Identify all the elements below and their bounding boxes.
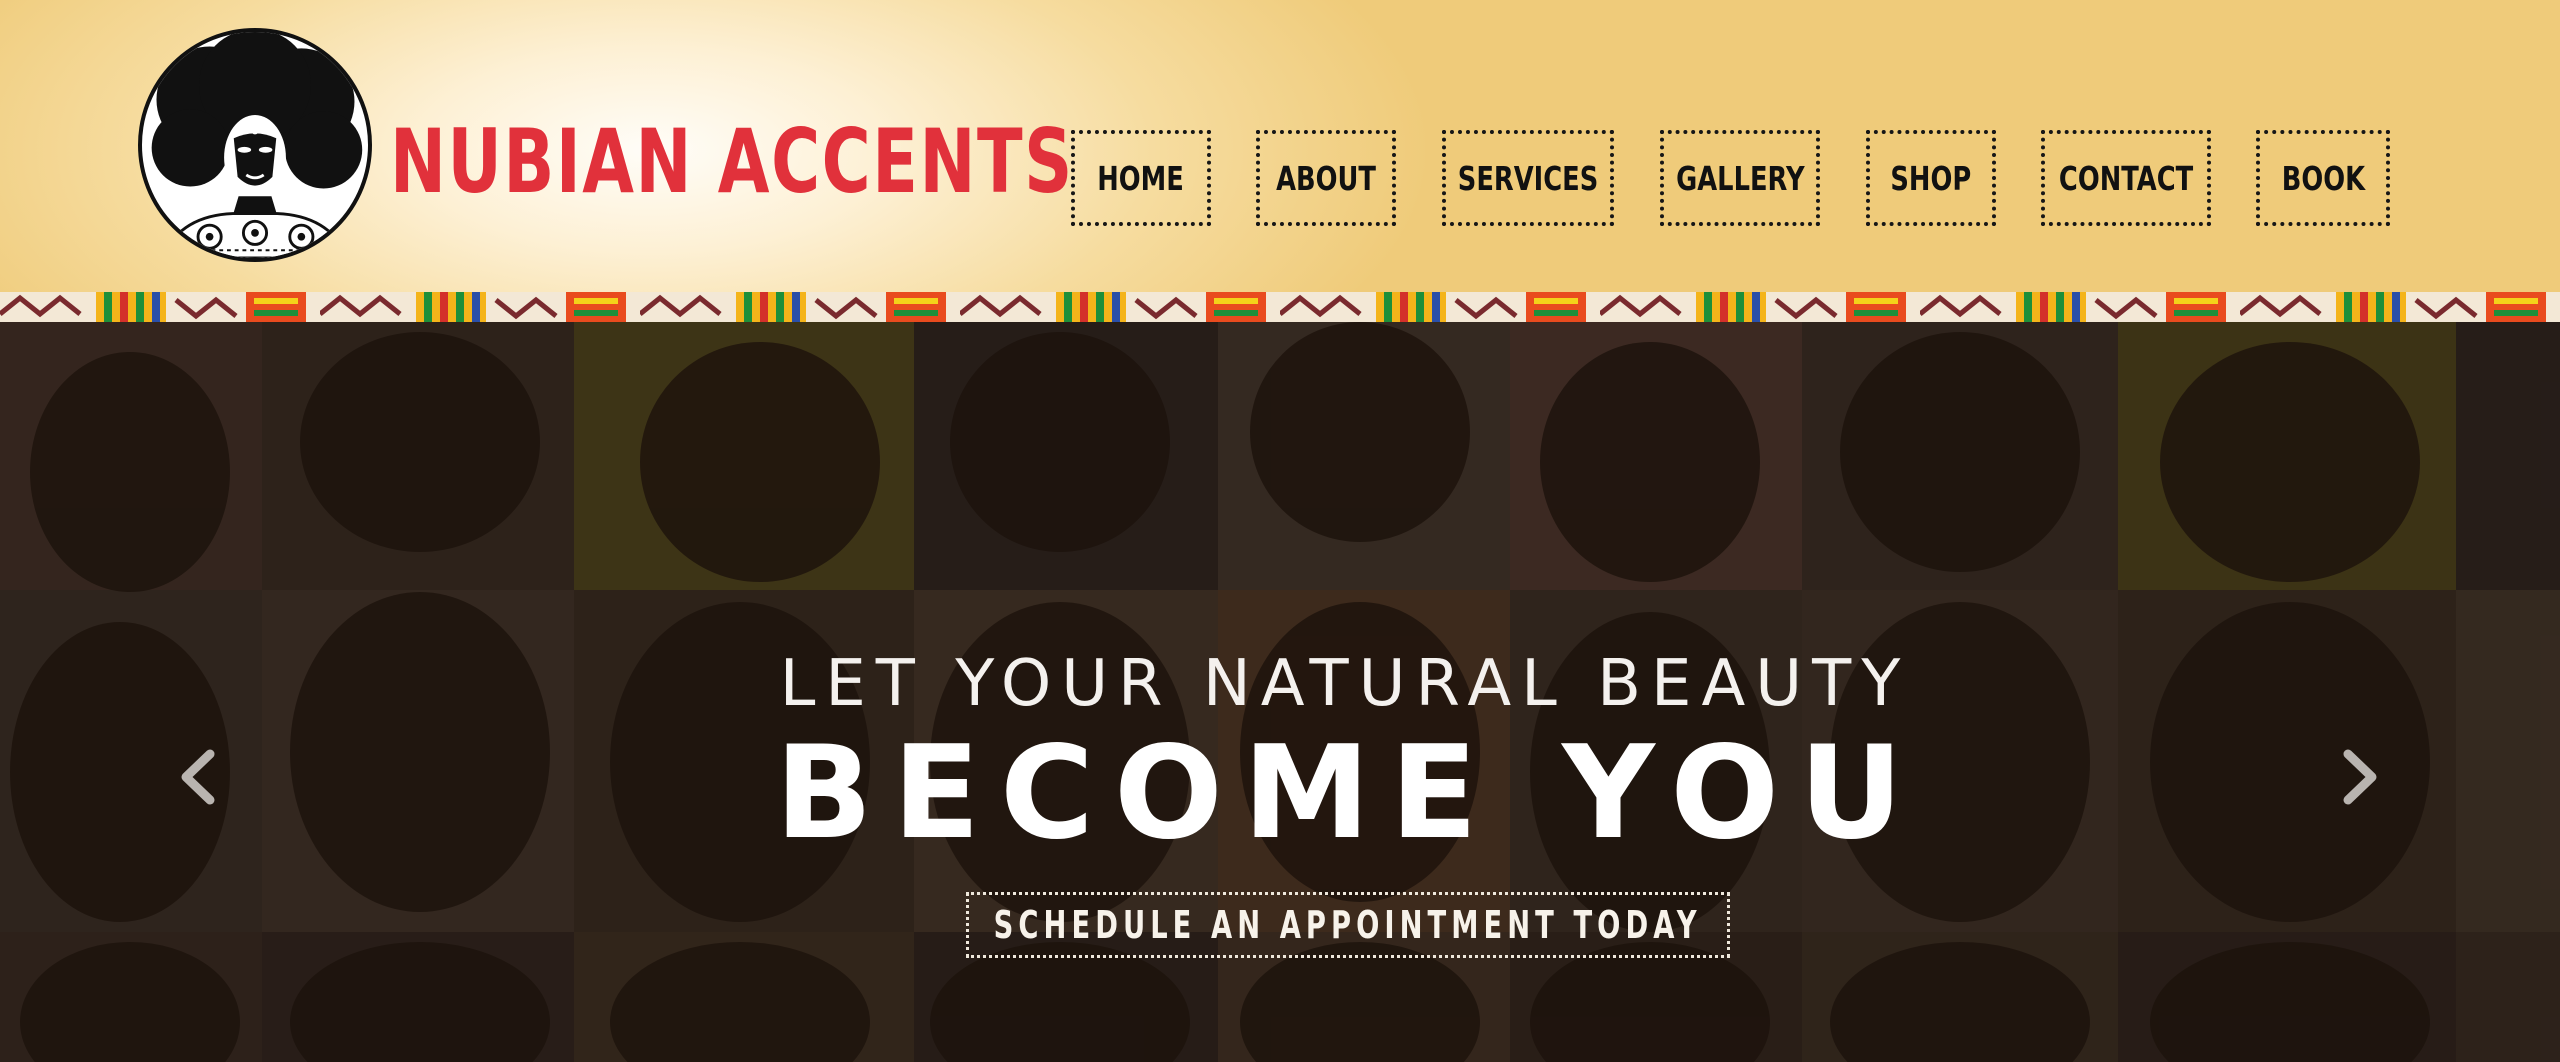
nav-about-label: ABOUT bbox=[1276, 158, 1376, 198]
site-header: NUBIAN ACCENTS HOME ABOUT SERVICES GALLE… bbox=[0, 0, 2560, 292]
nav-book-label: BOOK bbox=[2281, 158, 2365, 198]
nav-services[interactable]: SERVICES bbox=[1442, 130, 1614, 226]
nav-contact-label: CONTACT bbox=[2058, 158, 2194, 198]
kente-pattern-strip bbox=[0, 292, 2560, 322]
nav-contact[interactable]: CONTACT bbox=[2041, 130, 2211, 226]
nav-services-label: SERVICES bbox=[1457, 158, 1599, 198]
nav-shop[interactable]: SHOP bbox=[1866, 130, 1996, 226]
schedule-appointment-label: SCHEDULE AN APPOINTMENT TODAY bbox=[994, 903, 1703, 947]
nav-home-label: HOME bbox=[1097, 158, 1185, 198]
hero-slider: LET YOUR NATURAL BEAUTY BECOME YOU SCHED… bbox=[0, 322, 2560, 1062]
nav-home[interactable]: HOME bbox=[1071, 130, 1211, 226]
nav-about[interactable]: ABOUT bbox=[1256, 130, 1396, 226]
hero-subtitle: LET YOUR NATURAL BEAUTY bbox=[779, 647, 1911, 721]
nav-shop-label: SHOP bbox=[1890, 158, 1972, 198]
main-nav: HOME ABOUT SERVICES GALLERY SHOP CONTACT… bbox=[0, 130, 2560, 226]
hero-title: BECOME YOU bbox=[775, 719, 1923, 868]
nav-gallery-label: GALLERY bbox=[1675, 158, 1805, 198]
schedule-appointment-button[interactable]: SCHEDULE AN APPOINTMENT TODAY bbox=[966, 892, 1730, 958]
nav-gallery[interactable]: GALLERY bbox=[1660, 130, 1820, 226]
nav-book[interactable]: BOOK bbox=[2256, 130, 2390, 226]
